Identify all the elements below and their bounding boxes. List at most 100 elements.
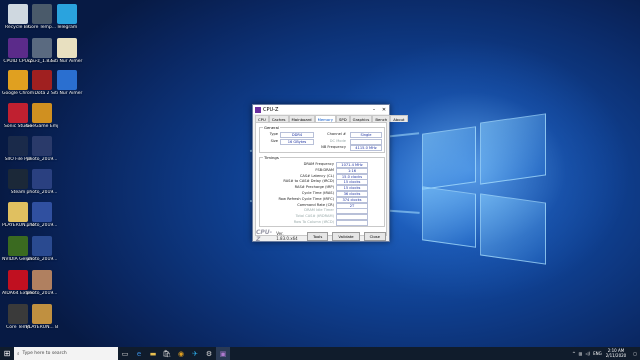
file-explorer-taskbar-icon[interactable]: ▬ <box>146 347 160 360</box>
close-button[interactable]: ✕ <box>379 107 389 113</box>
tab-mainboard[interactable]: Mainboard <box>288 115 315 122</box>
chrome-icon <box>8 70 28 90</box>
installer-icon <box>32 38 52 58</box>
timing-value <box>336 220 368 226</box>
timing-label: FSB:DRAM <box>315 167 334 172</box>
memory-panel: General Type DDR4 Size 16 GBytes Channel… <box>255 122 387 236</box>
timing-label: Command Rate (CR) <box>297 202 334 207</box>
type-value: DDR4 <box>280 132 314 138</box>
system-tray: ^ ▥ ◁) ENG 2:10 AM 2/11/2020 ▢ <box>569 348 640 358</box>
edge-taskbar-icon[interactable]: e <box>132 347 146 360</box>
pubg-icon <box>32 304 52 324</box>
sonic-studio-icon <box>8 103 28 123</box>
desktop-icon[interactable]: photo_2019... <box>26 270 58 296</box>
windows-logo-pane <box>480 193 546 265</box>
cpu-z-icon <box>8 38 28 58</box>
timing-label: DRAM Frequency <box>303 162 334 166</box>
windows-logo-pane <box>422 126 476 190</box>
windows-icon: ⊞ <box>3 349 11 358</box>
folder-icon <box>8 202 28 222</box>
timing-label: Total CAS# (tRDRAM) <box>295 214 334 219</box>
desktop: Recycle Bin Core Temp... Telegram CPUID CPU… <box>0 0 640 347</box>
title-bar[interactable]: CPU-Z – ✕ <box>253 105 389 114</box>
desktop-icon-label: Telegram <box>56 25 78 30</box>
general-group-title: General <box>263 125 280 130</box>
size-label: Size <box>270 139 278 143</box>
desktop-icon-label: GeeGame Empire <box>26 124 58 129</box>
cpu-z-app-icon <box>255 106 261 113</box>
chrome-taskbar-icon[interactable]: ◉ <box>174 347 188 360</box>
size-value: 16 GBytes <box>280 139 314 145</box>
clock-date: 2/11/2020 <box>605 352 627 358</box>
desktop-icon[interactable]: GeeGame Empire <box>26 103 58 129</box>
timing-label: Cycle Time (tRAS) <box>301 191 334 195</box>
desktop-icon-label: photo_2019... <box>26 291 58 296</box>
windows-logo-pane <box>480 113 546 185</box>
cpu-z-logo: CPU-Z <box>256 229 273 243</box>
steam-taskbar-icon[interactable]: ⚙ <box>202 347 216 360</box>
language-indicator[interactable]: ENG <box>593 351 602 356</box>
store-taskbar-icon[interactable]: 🛍 <box>160 347 174 360</box>
tab-caches[interactable]: Caches <box>268 115 289 122</box>
telegram-icon <box>57 4 77 24</box>
tab-spd[interactable]: SPD <box>336 115 350 122</box>
telegram-taskbar-icon[interactable]: ✈ <box>188 347 202 360</box>
desktop-icon-label: photo_2019... <box>26 190 58 195</box>
dc-mode-label: DC Mode <box>329 139 346 143</box>
start-button[interactable]: ⊞ <box>0 347 14 360</box>
desktop-icon[interactable]: photo_2019... <box>26 169 58 195</box>
timing-label: Row Refresh Cycle Time (tRFC) <box>278 196 334 201</box>
desktop-icon-label: PLAYERUN... BATTLEGR... <box>26 325 58 330</box>
nvidia-icon <box>8 236 28 256</box>
notification-icon[interactable]: ▢ <box>633 351 637 356</box>
type-label: Type <box>269 132 278 136</box>
minimize-button[interactable]: – <box>369 107 379 113</box>
tab-about[interactable]: About <box>390 115 408 122</box>
search-box[interactable]: ⌕ Type here to search <box>14 347 118 360</box>
clock[interactable]: 2:10 AM 2/11/2020 <box>605 348 627 358</box>
network-icon[interactable]: ▥ <box>579 351 583 356</box>
cpu-z-taskbar-icon[interactable]: ▣ <box>216 347 230 360</box>
desktop-icon[interactable]: Telegram <box>51 4 83 30</box>
tab-strip: CPU Caches Mainboard Memory SPD Graphics Bench… <box>253 114 408 122</box>
game-empire-icon <box>32 103 52 123</box>
desktop-icon[interactable]: PLAYERUN... BATTLEGR... <box>26 304 58 330</box>
search-placeholder: Type here to search <box>22 351 67 356</box>
document-icon <box>57 38 77 58</box>
window-title: CPU-Z <box>263 106 279 113</box>
validate-button[interactable]: Validate <box>332 231 360 241</box>
desktop-icon[interactable]: photo_2019... <box>26 136 58 162</box>
recycle-bin-icon <box>8 4 28 24</box>
task-view-button[interactable]: ▭ <box>118 347 132 360</box>
desktop-icon-label: photo_2019... <box>26 223 58 228</box>
search-icon: ⌕ <box>17 351 20 357</box>
desktop-icon-label: Siti Nur Aimer Purwarni... <box>51 91 83 96</box>
channel-value: Single <box>350 132 382 138</box>
photo-icon <box>32 270 52 290</box>
bottom-bar: CPU-Z Ver. 1.83.0.x64 Tools Validate Clo… <box>253 229 389 243</box>
taskbar: ⊞ ⌕ Type here to search ▭ e ▬ 🛍 ◉ ✈ ⚙ ▣ … <box>0 347 640 360</box>
tab-memory[interactable]: Memory <box>314 115 337 122</box>
close-window-button[interactable]: Close <box>363 231 386 241</box>
desktop-icon[interactable]: photo_2019... <box>26 202 58 228</box>
tab-graphics[interactable]: Graphics <box>349 115 373 122</box>
tools-button[interactable]: Tools <box>306 231 329 241</box>
steam-icon <box>8 169 28 189</box>
core-temp-shortcut-icon <box>32 4 52 24</box>
cpu-z-window[interactable]: CPU-Z – ✕ CPU Caches Mainboard Memory SPD Gra… <box>252 104 408 243</box>
timings-group: Timings DRAM Frequency 1071.4 MHz FSB:DRAM… <box>259 155 385 227</box>
tray-overflow-icon[interactable]: ^ <box>572 351 575 356</box>
aida64-icon <box>8 270 28 290</box>
timings-group-title: Timings <box>263 155 280 160</box>
volume-icon[interactable]: ◁) <box>585 351 590 356</box>
timing-label: CAS# Latency (CL) <box>299 173 334 178</box>
timing-label: Row To Column (tRCD) <box>293 220 334 224</box>
desktop-icon-label: photo_2019... <box>26 257 58 262</box>
desktop-icon[interactable]: Siti Nur Aimer Purwarni... <box>51 38 83 64</box>
photo-icon <box>32 136 52 156</box>
tab-cpu[interactable]: CPU <box>255 115 269 122</box>
general-group: General Type DDR4 Size 16 GBytes Channel… <box>259 125 385 153</box>
tab-bench[interactable]: Bench <box>372 115 391 122</box>
desktop-icon[interactable]: Siti Nur Aimer Purwarni... <box>51 70 83 96</box>
desktop-icon[interactable]: photo_2019... <box>26 236 58 262</box>
